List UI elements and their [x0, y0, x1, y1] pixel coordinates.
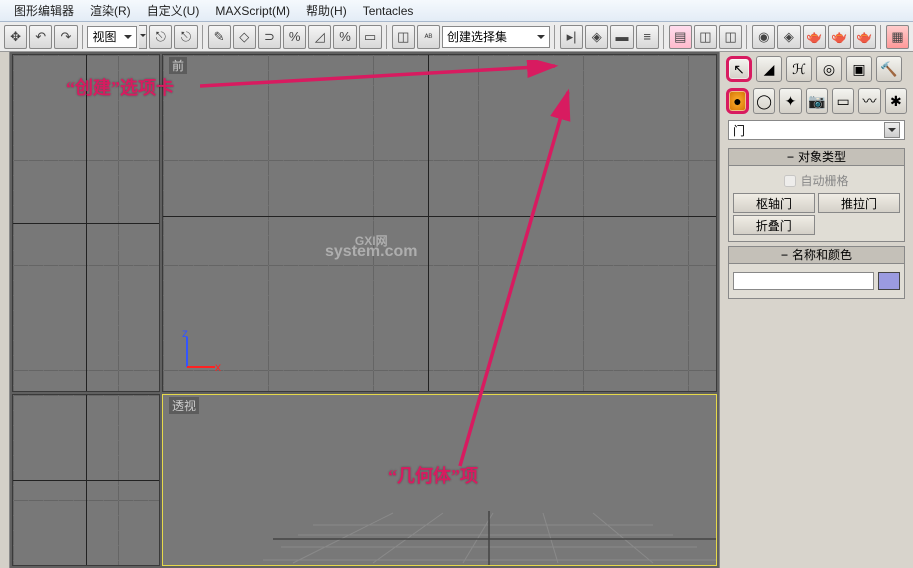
view-dropdown[interactable]: 视图	[87, 26, 137, 48]
hierarchy-tab[interactable]: ℋ	[786, 56, 812, 82]
menu-help[interactable]: 帮助(H)	[298, 0, 355, 21]
viewport-label-front: 前	[169, 57, 187, 74]
autogrid-checkbox-row: 自动栅格	[733, 170, 900, 191]
viewport-bottom-left[interactable]	[12, 394, 160, 566]
modify-tab[interactable]: ◢	[756, 56, 782, 82]
block-icon[interactable]: ▬	[610, 25, 633, 49]
menu-maxscript[interactable]: MAXScript(M)	[207, 2, 298, 20]
dope-sheet-icon[interactable]: ◫	[719, 25, 742, 49]
command-panel: ↖ ◢ ℋ ◎ ▣ 🔨 ● ◯ ✦ 📷 ▭ 〰 ✱ 门 对象类型 自动栅格	[719, 52, 913, 568]
pivot-door-button[interactable]: 枢轴门	[733, 193, 815, 213]
svg-text:x: x	[215, 360, 221, 374]
quick-render-icon[interactable]: 🫖	[828, 25, 851, 49]
rollout-object-type-hdr[interactable]: 对象类型	[728, 148, 905, 166]
move-icon[interactable]: ✥	[4, 25, 27, 49]
abc-icon[interactable]: ᴬᴮ	[417, 25, 440, 49]
link-icon[interactable]: ⎋	[149, 25, 172, 49]
mirror-icon[interactable]: ▭	[359, 25, 382, 49]
snap-percent-icon[interactable]: %	[283, 25, 306, 49]
menu-customize[interactable]: 自定义(U)	[139, 0, 208, 21]
main-toolbar: ✥ ↶ ↷ 视图 ⎋ ⎋ ✎ ◇ ⊃ % ◿ % ▭ ◫ ᴬᴮ 创建选择集 ▸|…	[0, 22, 913, 52]
render-icon[interactable]: 🫖	[803, 25, 826, 49]
snap-angle-icon[interactable]: ✎	[208, 25, 231, 49]
viewport-front[interactable]: 前 z x	[162, 54, 717, 392]
cameras-subtab[interactable]: 📷	[806, 88, 828, 114]
rollout-name-color-body	[728, 264, 905, 299]
spacewarps-subtab[interactable]: 〰	[858, 88, 880, 114]
motion-tab[interactable]: ◎	[816, 56, 842, 82]
menu-gfx[interactable]: 图形编辑器	[6, 0, 82, 21]
menu-render[interactable]: 渲染(R)	[82, 0, 139, 21]
viewport-top-left[interactable]	[12, 54, 160, 392]
object-name-field[interactable]	[733, 272, 874, 290]
erase-icon[interactable]: ◈	[585, 25, 608, 49]
layers-list-icon[interactable]: ▤	[669, 25, 692, 49]
autogrid-label: 自动栅格	[800, 172, 848, 189]
bifold-door-button[interactable]: 折叠门	[733, 215, 815, 235]
lights-subtab[interactable]: ✦	[779, 88, 801, 114]
rollout-name-color-hdr[interactable]: 名称和颜色	[728, 246, 905, 264]
menu-bar: 图形编辑器 渲染(R) 自定义(U) MAXScript(M) 帮助(H) Te…	[0, 0, 913, 22]
snap-3d-icon[interactable]: ◇	[233, 25, 256, 49]
left-dock	[0, 52, 10, 568]
curve-editor-icon[interactable]: ◫	[694, 25, 717, 49]
object-category-value: 门	[733, 122, 745, 139]
wall-icon[interactable]: ▦	[886, 25, 909, 49]
snap-magnet-icon[interactable]: ⊃	[258, 25, 281, 49]
angle-snap-icon[interactable]: ◿	[308, 25, 331, 49]
axis-gizmo-icon: z x	[179, 335, 219, 375]
undo-icon[interactable]: ↶	[29, 25, 52, 49]
axis-flyout-icon[interactable]: ▸|	[560, 25, 583, 49]
spinner-snap-icon[interactable]: %	[333, 25, 356, 49]
redo-icon[interactable]: ↷	[54, 25, 77, 49]
selection-set-dropdown[interactable]: 创建选择集	[442, 26, 550, 48]
cp-main-tabs: ↖ ◢ ℋ ◎ ▣ 🔨	[720, 52, 913, 84]
utilities-tab[interactable]: 🔨	[876, 56, 902, 82]
helpers-subtab[interactable]: ▭	[832, 88, 854, 114]
unlink-icon[interactable]: ⎋	[174, 25, 197, 49]
autogrid-checkbox[interactable]	[784, 175, 796, 187]
viewport-perspective[interactable]: 透视	[162, 394, 717, 566]
color-swatch[interactable]	[878, 272, 900, 290]
rollout-object-type-body: 自动栅格 枢轴门 推拉门 折叠门	[728, 166, 905, 242]
create-tab[interactable]: ↖	[726, 56, 752, 82]
shapes-subtab[interactable]: ◯	[753, 88, 775, 114]
cp-sub-tabs: ● ◯ ✦ 📷 ▭ 〰 ✱	[720, 84, 913, 116]
render-last-icon[interactable]: 🫖	[853, 25, 876, 49]
perspective-grid	[163, 395, 716, 565]
view-flyout-icon[interactable]	[139, 25, 147, 49]
viewports-area: 前 z x 透视	[10, 52, 719, 568]
display-tab[interactable]: ▣	[846, 56, 872, 82]
svg-text:z: z	[182, 326, 188, 340]
sliding-door-button[interactable]: 推拉门	[818, 193, 900, 213]
menu-tentacles[interactable]: Tentacles	[355, 2, 422, 20]
material-icon[interactable]: ◉	[752, 25, 775, 49]
geometry-subtab[interactable]: ●	[726, 88, 749, 114]
align-icon[interactable]: ◫	[392, 25, 415, 49]
object-category-dropdown[interactable]: 门	[728, 120, 905, 140]
render-setup-icon[interactable]: ◈	[777, 25, 800, 49]
systems-subtab[interactable]: ✱	[885, 88, 907, 114]
layer-icon[interactable]: ≡	[636, 25, 659, 49]
